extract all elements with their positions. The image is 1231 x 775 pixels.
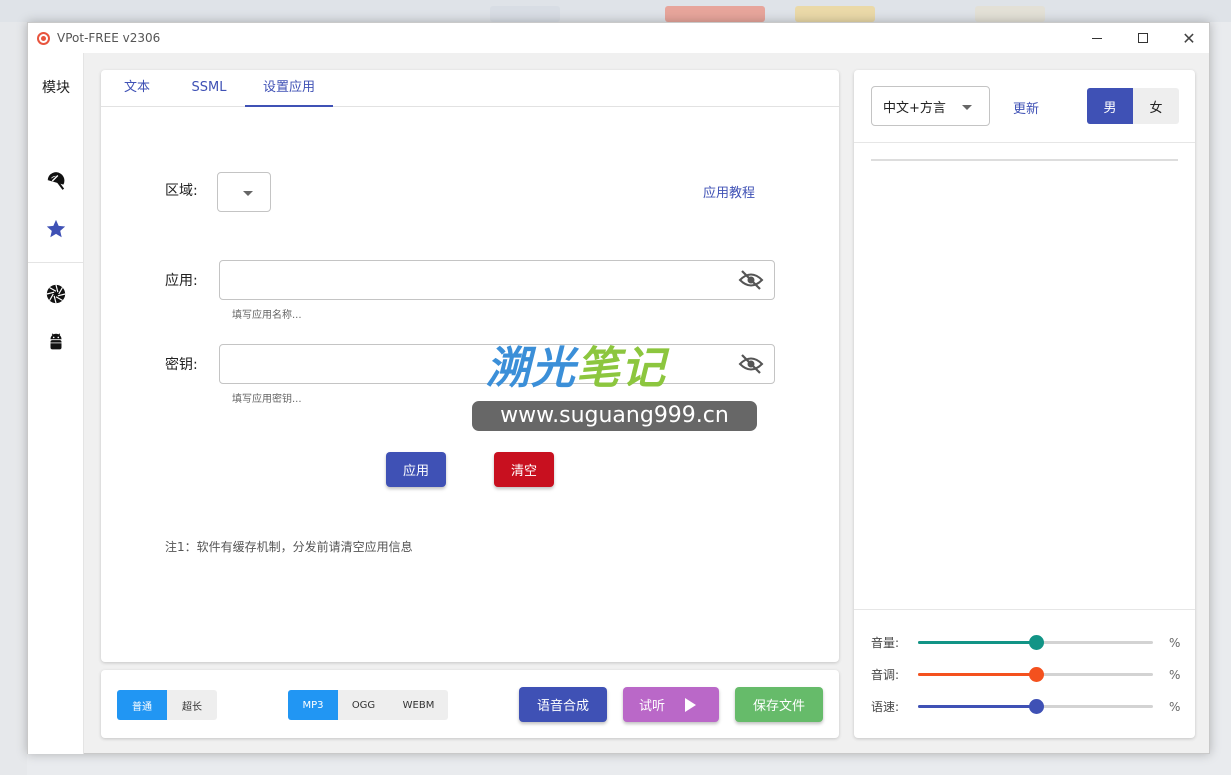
- eye-off-icon[interactable]: [738, 269, 764, 291]
- synthesize-label: 语音合成: [536, 699, 589, 714]
- voice-list: [871, 159, 1178, 161]
- volume-slider-thumb[interactable]: [1028, 635, 1044, 650]
- star-icon[interactable]: [44, 217, 68, 241]
- region-select[interactable]: [217, 172, 271, 212]
- desktop-chip: [490, 6, 560, 22]
- cache-note: 注1：软件有缓存机制，分发前请清空应用信息: [165, 540, 413, 554]
- chevron-down-icon: [243, 191, 253, 196]
- sidebar-divider: [28, 262, 84, 263]
- length-long-option[interactable]: 超长: [167, 690, 217, 720]
- watermark-part2: 笔记: [576, 343, 666, 394]
- volume-label: 音量:: [871, 636, 900, 650]
- pitch-label: 音调:: [871, 668, 900, 682]
- speed-slider-thumb[interactable]: [1028, 699, 1044, 714]
- volume-slider-fill: [918, 641, 1036, 644]
- bottom-toolbar: 普通 超长 MP3 OGG WEBM 语音合成 试听 保存文件: [101, 670, 839, 738]
- beach-umbrella-icon[interactable]: [44, 169, 68, 193]
- speed-slider[interactable]: [918, 699, 1153, 714]
- watermark-logo: 溯光笔记: [486, 332, 666, 396]
- maximize-icon: [1138, 33, 1148, 43]
- maximize-button[interactable]: [1120, 23, 1166, 53]
- tab-app-settings[interactable]: 设置应用: [245, 70, 333, 107]
- preview-button[interactable]: 试听: [623, 687, 719, 722]
- desktop-background: [0, 0, 1231, 22]
- app-label: 应用:: [165, 273, 198, 289]
- title-bar: VPot-FREE v2306 ✕: [28, 23, 1209, 53]
- window-title: VPot-FREE v2306: [57, 31, 161, 45]
- minimize-button[interactable]: [1074, 23, 1120, 53]
- clear-button[interactable]: 清空: [494, 452, 554, 487]
- camera-aperture-icon[interactable]: [44, 282, 68, 306]
- panel-divider: [854, 142, 1195, 143]
- eye-off-icon[interactable]: [738, 353, 764, 375]
- speed-unit: %: [1169, 700, 1181, 714]
- secret-key-hint: 填写应用密钥...: [232, 394, 302, 405]
- length-toggle: 普通 超长: [117, 690, 217, 720]
- desktop-left-strip: [0, 22, 27, 775]
- gender-toggle: 男 女: [1087, 88, 1179, 124]
- language-select[interactable]: 中文+方言: [871, 86, 990, 126]
- save-file-button[interactable]: 保存文件: [735, 687, 823, 722]
- region-label: 区域:: [165, 183, 198, 199]
- format-mp3-option[interactable]: MP3: [288, 690, 338, 720]
- app-name-hint: 填写应用名称...: [232, 310, 302, 321]
- desktop-chip: [665, 6, 765, 22]
- speed-slider-fill: [918, 705, 1036, 708]
- pitch-slider[interactable]: [918, 667, 1153, 682]
- app-name-field[interactable]: [219, 260, 775, 300]
- volume-unit: %: [1169, 636, 1181, 650]
- tutorial-link[interactable]: 应用教程: [703, 182, 755, 201]
- preview-label: 试听: [639, 699, 666, 714]
- desktop-chip: [795, 6, 875, 22]
- close-icon: ✕: [1182, 28, 1196, 48]
- minimize-icon: [1092, 37, 1102, 39]
- pitch-slider-fill: [918, 673, 1036, 676]
- tab-bar: 文本 SSML 设置应用: [101, 70, 839, 107]
- synthesize-button[interactable]: 语音合成: [519, 687, 607, 722]
- gender-male-option[interactable]: 男: [1087, 88, 1133, 124]
- sidebar-title: 模块: [42, 80, 70, 96]
- watermark-url: www.suguang999.cn: [471, 400, 758, 432]
- volume-slider[interactable]: [918, 635, 1153, 650]
- tab-ssml[interactable]: SSML: [179, 70, 239, 107]
- play-icon: [685, 698, 696, 712]
- length-normal-option[interactable]: 普通: [117, 690, 167, 720]
- language-select-value: 中文+方言: [883, 101, 946, 116]
- tab-text[interactable]: 文本: [107, 70, 167, 107]
- chevron-down-icon: [962, 105, 972, 110]
- android-icon[interactable]: [44, 330, 68, 354]
- save-file-label: 保存文件: [752, 699, 805, 714]
- apply-button[interactable]: 应用: [386, 452, 446, 487]
- update-link[interactable]: 更新: [1013, 98, 1039, 117]
- voice-panel: 中文+方言 更新 男 女 音量: % 音调: % 语速: %: [854, 70, 1195, 738]
- format-ogg-option[interactable]: OGG: [338, 690, 389, 720]
- settings-card: 文本 SSML 设置应用 区域: 应用教程 应用: 填写应用名称... 密钥:: [101, 70, 839, 662]
- format-toggle: MP3 OGG WEBM: [288, 690, 448, 720]
- module-sidebar: 模块: [28, 53, 84, 754]
- panel-divider: [854, 609, 1195, 610]
- pitch-slider-thumb[interactable]: [1028, 667, 1044, 682]
- speed-label: 语速:: [871, 700, 900, 714]
- close-button[interactable]: ✕: [1166, 23, 1212, 53]
- desktop-chip: [975, 6, 1045, 22]
- format-webm-option[interactable]: WEBM: [389, 690, 448, 720]
- app-name-input[interactable]: [230, 269, 730, 291]
- app-logo-icon: [37, 32, 50, 45]
- secret-label: 密钥:: [165, 357, 198, 373]
- gender-female-option[interactable]: 女: [1133, 88, 1179, 124]
- watermark-part1: 溯光: [486, 343, 576, 394]
- pitch-unit: %: [1169, 668, 1181, 682]
